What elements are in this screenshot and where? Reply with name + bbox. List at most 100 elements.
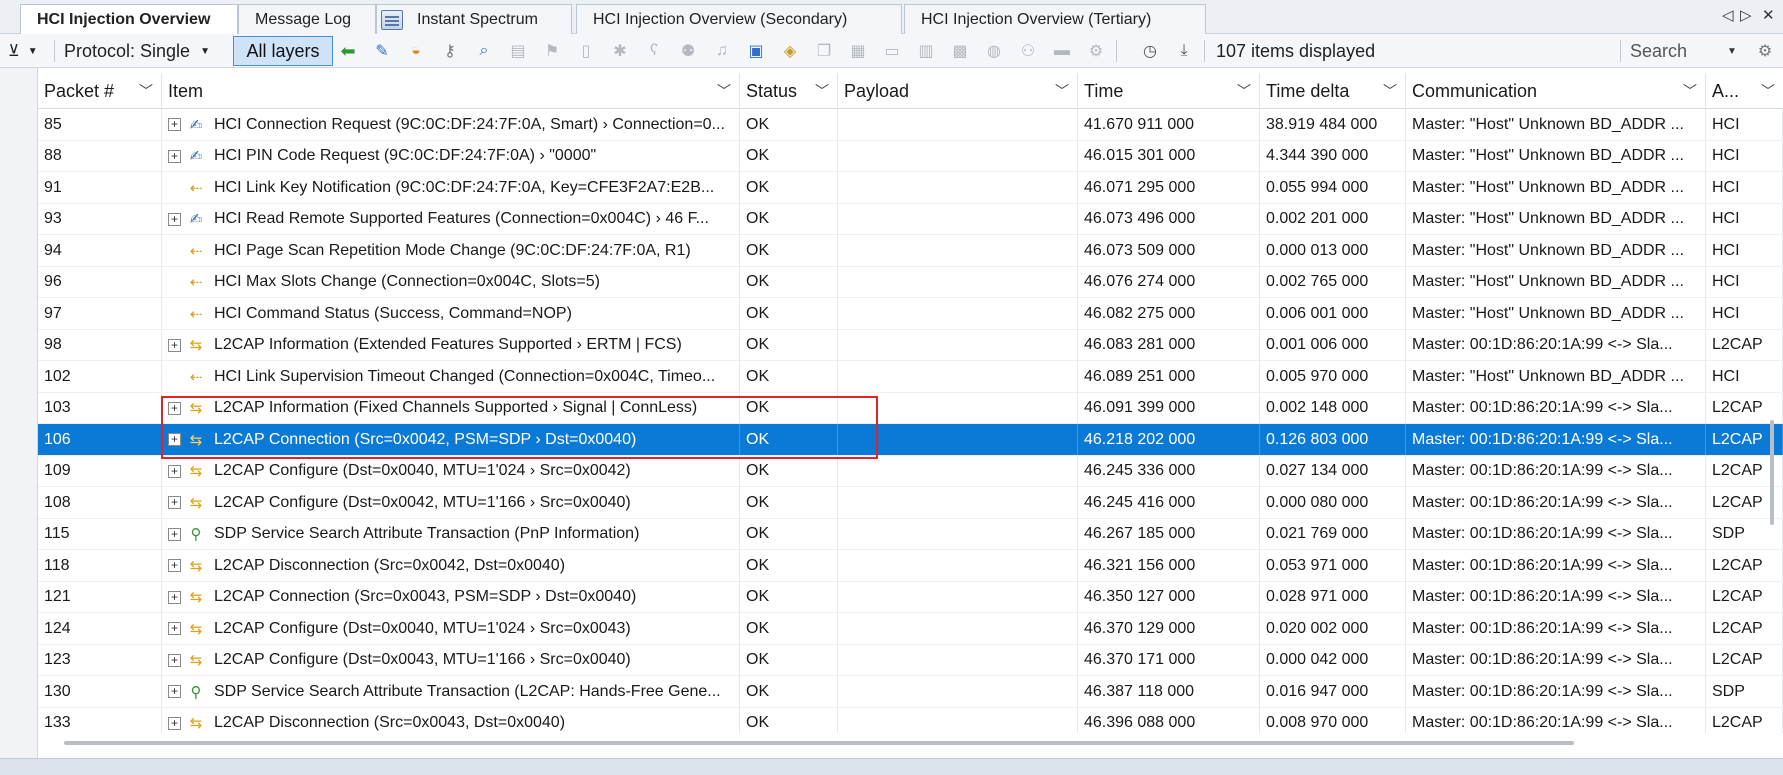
cell-item: + ✍ HCI Connection Request (9C:0C:DF:24:7F…	[162, 109, 740, 140]
vertical-scrollbar[interactable]	[1770, 420, 1774, 525]
back-arrow-icon[interactable]: ⬅	[338, 41, 358, 61]
column-header-status[interactable]: Status ﹀	[740, 73, 838, 109]
cell-delta: 0.055 994 000	[1260, 172, 1406, 203]
book-icon[interactable]: ▥	[916, 41, 936, 61]
close-icon[interactable]: ✕	[1762, 6, 1775, 24]
expand-icon[interactable]: +	[168, 716, 181, 730]
pencil-icon[interactable]: ✎	[372, 41, 392, 61]
column-label: Time delta	[1266, 80, 1350, 101]
expand-icon[interactable]: +	[168, 149, 181, 163]
table-row[interactable]: 91 ⇠ HCI Link Key Notification (9C:0C:DF:2…	[38, 172, 1783, 204]
mouse-icon[interactable]: ▯	[576, 41, 596, 61]
tab-prev-icon[interactable]: ◁	[1722, 6, 1734, 24]
table-row[interactable]: 133 + ⇆ L2CAP Disconnection (Src=0x0043, Ds…	[38, 707, 1783, 733]
column-header-a[interactable]: A... ﹀	[1706, 73, 1783, 109]
spectrum-icon	[381, 9, 403, 30]
tab-message-log[interactable]: Message Log	[238, 4, 376, 34]
protocol-label: Protocol: Single	[64, 40, 191, 61]
people-icon[interactable]: ⚉	[678, 41, 698, 61]
column-header-time-delta[interactable]: Time delta ﹀	[1260, 73, 1406, 109]
cell-time: 46.073 509 000	[1078, 235, 1260, 266]
table-row[interactable]: 130 + ⚲ SDP Service Search Attribute Transa…	[38, 676, 1783, 708]
expand-icon[interactable]: +	[168, 118, 181, 131]
protocol-dropdown[interactable]: Protocol: Single ▼	[64, 38, 210, 64]
globe-icon[interactable]: ◍	[984, 41, 1004, 61]
horizontal-scrollbar[interactable]	[64, 741, 1574, 745]
expand-icon[interactable]: +	[168, 653, 181, 667]
filter-icon[interactable]: ⊻ ▼	[8, 38, 38, 64]
table-row[interactable]: 97 ⇠ HCI Command Status (Success, Command=…	[38, 298, 1783, 330]
flag-icon[interactable]: ⚑	[542, 41, 562, 61]
expand-icon[interactable]: +	[168, 338, 181, 352]
grid-icon[interactable]: ▦	[848, 41, 868, 61]
keyboard-icon[interactable]: ▬	[1052, 41, 1072, 61]
column-header-time[interactable]: Time ﹀	[1078, 73, 1260, 109]
music-icon[interactable]: ♫	[712, 41, 732, 61]
settings-icon[interactable]: ⚙	[1086, 41, 1106, 61]
copy-icon[interactable]: ❐	[814, 41, 834, 61]
table-row[interactable]: 93 + ✍ HCI Read Remote Supported Features (…	[38, 203, 1783, 235]
expand-icon[interactable]: +	[168, 685, 181, 698]
expand-icon[interactable]: +	[168, 433, 181, 446]
bug-icon[interactable]: ✱	[610, 41, 630, 61]
table-row[interactable]: 109 + ⇆ L2CAP Configure (Dst=0x0040, MTU=1'…	[38, 455, 1783, 487]
expand-icon[interactable]: +	[168, 527, 181, 541]
column-header-packet[interactable]: Packet # ﹀	[38, 73, 162, 109]
table-row[interactable]: 115 + ⚲ SDP Service Search Attribute Transa…	[38, 518, 1783, 550]
column-header-communication[interactable]: Communication ﹀	[1406, 73, 1706, 109]
table-row[interactable]: 124 + ⇆ L2CAP Configure (Dst=0x0040, MTU=1'…	[38, 613, 1783, 645]
tab-next-icon[interactable]: ▷	[1740, 6, 1752, 24]
users-icon[interactable]: ⚇	[1018, 41, 1038, 61]
tab-hci-injection-overview[interactable]: HCI Injection Overview	[20, 4, 238, 35]
document-icon[interactable]: ▤	[508, 41, 528, 61]
hat-icon[interactable]: ◒	[406, 41, 426, 61]
expand-icon[interactable]: +	[168, 401, 181, 415]
cell-a: HCI	[1706, 235, 1783, 266]
expand-icon[interactable]: +	[168, 590, 181, 604]
table-row[interactable]: 102 ⇠ HCI Link Supervision Timeout Changed…	[38, 361, 1783, 393]
options-icon[interactable]: ⚙	[1755, 41, 1775, 61]
table-row[interactable]: 85 + ✍ HCI Connection Request (9C:0C:DF:24:…	[38, 109, 1783, 141]
expand-icon[interactable]: +	[168, 496, 181, 509]
cell-payload	[838, 361, 1078, 392]
expand-icon[interactable]: +	[168, 559, 181, 572]
chip-icon[interactable]: ▩	[950, 41, 970, 61]
chevron-down-icon[interactable]: ▼	[1722, 41, 1742, 61]
table-row[interactable]: 123 + ⇆ L2CAP Configure (Dst=0x0043, MTU=1'…	[38, 644, 1783, 676]
table-row[interactable]: 106 + ⇆ L2CAP Connection (Src=0x0042, PSM=S…	[38, 424, 1783, 456]
table-row[interactable]: 98 + ⇆ L2CAP Information (Extended Features…	[38, 329, 1783, 361]
download-icon[interactable]: ⤓	[1174, 41, 1194, 61]
tab-label: Instant Spectrum	[417, 10, 538, 28]
expand-icon[interactable]: +	[168, 622, 181, 635]
column-header-item[interactable]: Item ﹀	[162, 73, 740, 109]
table-row[interactable]: 103 + ⇆ L2CAP Information (Fixed Channels S…	[38, 392, 1783, 424]
tab-instant-spectrum[interactable]: Instant Spectrum	[376, 4, 572, 34]
table-row[interactable]: 121 + ⇆ L2CAP Connection (Src=0x0043, PSM=S…	[38, 581, 1783, 613]
stack-icon[interactable]: ◈	[780, 41, 800, 61]
search-input[interactable]: Search	[1630, 38, 1714, 64]
table-row[interactable]: 94 ⇠ HCI Page Scan Repetition Mode Change …	[38, 235, 1783, 267]
card-icon[interactable]: ▣	[746, 41, 766, 61]
cell-packet: 91	[38, 172, 162, 203]
l2cap-icon: ⇆	[189, 557, 203, 575]
search-icon[interactable]: ⌕	[474, 41, 494, 61]
expand-icon[interactable]: +	[168, 464, 181, 478]
key-icon[interactable]: ⚷	[440, 41, 460, 61]
all-layers-button[interactable]: All layers	[233, 36, 333, 66]
cell-item: + ⇆ L2CAP Disconnection (Src=0x0042, Dst=0…	[162, 550, 740, 581]
chevron-down-icon: ﹀	[1761, 83, 1775, 99]
hook-icon[interactable]: ʕ	[644, 41, 664, 61]
table-row[interactable]: 108 + ⇆ L2CAP Configure (Dst=0x0042, MTU=1'…	[38, 487, 1783, 519]
table-row[interactable]: 96 ⇠ HCI Max Slots Change (Connection=0x00…	[38, 266, 1783, 298]
column-header-payload[interactable]: Payload ﹀	[838, 73, 1078, 109]
cell-a: L2CAP	[1706, 707, 1783, 733]
tab-hci-injection-overview-secondary[interactable]: HCI Injection Overview (Secondary)	[576, 4, 902, 34]
table-row[interactable]: 118 + ⇆ L2CAP Disconnection (Src=0x0042, Ds…	[38, 550, 1783, 582]
cell-payload	[838, 518, 1078, 550]
table-row[interactable]: 88 + ✍ HCI PIN Code Request (9C:0C:DF:24:7F…	[38, 140, 1783, 172]
tab-hci-injection-overview-tertiary[interactable]: HCI Injection Overview (Tertiary)	[904, 4, 1206, 34]
expand-icon[interactable]: +	[168, 212, 181, 226]
item-text: HCI Max Slots Change (Connection=0x004C,…	[214, 273, 600, 290]
clock-icon[interactable]: ◷	[1140, 41, 1160, 61]
window-icon[interactable]: ▭	[882, 41, 902, 61]
